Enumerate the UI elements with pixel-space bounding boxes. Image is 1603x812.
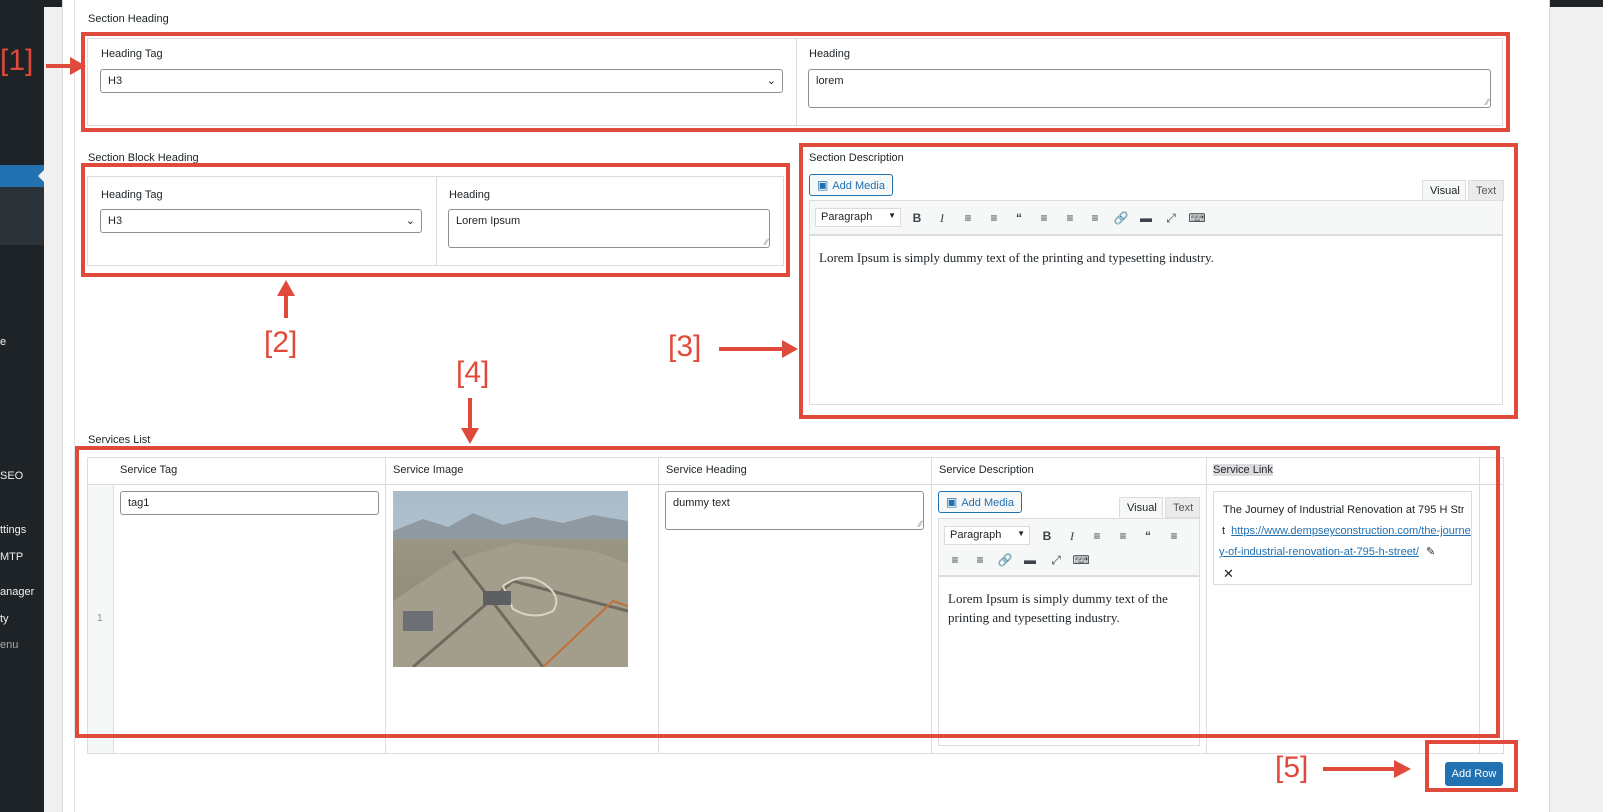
annotation-arrows bbox=[46, 57, 1411, 778]
